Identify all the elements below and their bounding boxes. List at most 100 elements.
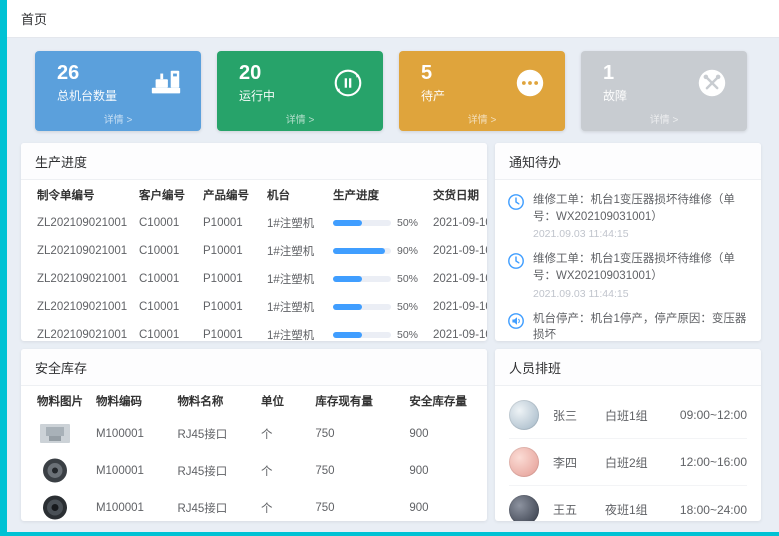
cell-machine: 1#注塑机 [261, 237, 327, 265]
detail-link[interactable]: 详情 > [217, 105, 383, 126]
cell-unit: 个 [255, 452, 309, 489]
table-row[interactable]: ZL202109021001 C10001 P10001 1#注塑机 50% 2… [21, 321, 487, 341]
col-header: 客户编号 [133, 180, 197, 209]
panel-safety-stock: 安全库存 物料图片 物料编码 物料名称 单位 库存现有量 安全库存量 [21, 349, 487, 521]
detail-link[interactable]: 详情 > [35, 105, 201, 126]
cell-unit: 个 [255, 415, 309, 452]
detail-link[interactable]: 详情 > [581, 105, 747, 126]
cell-date: 2021-09-10 [427, 265, 487, 293]
notice-item[interactable]: 维修工单：机台1变压器损坏待维修（单号：WX202109031001） 2021… [507, 188, 749, 247]
avatar [509, 400, 539, 430]
cell-machine: 1#注塑机 [261, 321, 327, 341]
cell-product: P10001 [197, 209, 261, 237]
notice-item[interactable]: 维修工单：机台1变压器损坏待维修（单号：WX202109031001） 2021… [507, 247, 749, 306]
panel-title: 生产进度 [21, 143, 487, 180]
progress-value: 50% [397, 273, 418, 285]
table-header-row: 物料图片 物料编码 物料名称 单位 库存现有量 安全库存量 [21, 386, 487, 415]
col-header: 制令单编号 [21, 180, 133, 209]
cell-image [21, 489, 90, 521]
table-row[interactable]: ZL202109021001 C10001 P10001 1#注塑机 50% 2… [21, 209, 487, 237]
progress-value: 90% [397, 245, 418, 257]
stat-label: 故障 [603, 87, 627, 104]
cell-customer: C10001 [133, 265, 197, 293]
cell-code: M100001 [90, 489, 171, 521]
material-image-speaker [37, 494, 73, 521]
speaker-icon [507, 312, 525, 330]
cell-order: ZL202109021001 [21, 265, 133, 293]
table-header-row: 制令单编号 客户编号 产品编号 机台 生产进度 交货日期 [21, 180, 487, 209]
panel-production-progress: 生产进度 制令单编号 客户编号 产品编号 机台 生产进度 交货日期 [21, 143, 487, 341]
cell-customer: C10001 [133, 237, 197, 265]
notice-item[interactable]: 机台停产：机台1停产，停产原因：变压器损坏 [507, 307, 749, 341]
panel-title: 安全库存 [21, 349, 487, 386]
progress-bar [333, 332, 391, 338]
stat-value: 5 [421, 62, 445, 84]
col-header: 产品编号 [197, 180, 261, 209]
cell-progress: 50% [327, 321, 427, 341]
cell-date: 2021-09-10 [427, 237, 487, 265]
cell-code: M100001 [90, 415, 171, 452]
cell-stock: 750 [309, 452, 403, 489]
cell-customer: C10001 [133, 321, 197, 341]
person-row[interactable]: 张三 白班1组 09:00~12:00 [509, 392, 747, 439]
topbar: 首页 [7, 0, 779, 38]
stat-card-fault[interactable]: 1 故障 详情 > [581, 51, 747, 131]
progress-value: 50% [397, 301, 418, 313]
progress-bar [333, 248, 391, 254]
col-header: 交货日期 [427, 180, 487, 209]
person-row[interactable]: 李四 白班2组 12:00~16:00 [509, 439, 747, 486]
stat-cards: 26 总机台数量 详情 > [21, 51, 761, 131]
stat-card-waiting[interactable]: 5 待产 详情 > [399, 51, 565, 131]
col-header: 物料名称 [171, 386, 255, 415]
person-shift: 白班1组 [605, 407, 675, 424]
notice-text: 机台停产：机台1停产，停产原因：变压器损坏 [533, 311, 749, 341]
tab-home[interactable]: 首页 [7, 9, 61, 28]
stat-label: 待产 [421, 87, 445, 104]
person-time: 12:00~16:00 [680, 455, 747, 469]
notice-time: 2021.09.03 11:44:15 [533, 228, 749, 240]
cell-unit: 个 [255, 489, 309, 521]
stat-value: 26 [57, 62, 117, 84]
cell-progress: 50% [327, 265, 427, 293]
cell-order: ZL202109021001 [21, 321, 133, 341]
dashboard-screen: 首页 26 总机台数量 [0, 0, 779, 536]
detail-link[interactable]: 详情 > [399, 105, 565, 126]
progress-bar [333, 276, 391, 282]
person-row[interactable]: 王五 夜班1组 18:00~24:00 [509, 486, 747, 521]
table-row[interactable]: ZL202109021001 C10001 P10001 1#注塑机 50% 2… [21, 265, 487, 293]
progress-bar [333, 304, 391, 310]
cell-customer: C10001 [133, 293, 197, 321]
panel-title: 通知待办 [495, 143, 761, 180]
person-shift: 白班2组 [605, 454, 675, 471]
notice-time: 2021.09.03 11:44:15 [533, 288, 749, 300]
cell-safety: 900 [403, 452, 487, 489]
inventory-table: 物料图片 物料编码 物料名称 单位 库存现有量 安全库存量 [21, 386, 487, 521]
person-list: 张三 白班1组 09:00~12:00 李四 白班2组 12:00~16:00 … [495, 386, 761, 521]
table-row[interactable]: M100001 RJ45接口 个 750 900 [21, 489, 487, 521]
person-name: 张三 [553, 407, 605, 424]
col-header: 安全库存量 [403, 386, 487, 415]
panel-personnel-schedule: 人员排班 张三 白班1组 09:00~12:00 李四 白班2组 12:00~1… [495, 349, 761, 521]
table-row[interactable]: ZL202109021001 C10001 P10001 1#注塑机 90% 2… [21, 237, 487, 265]
cell-product: P10001 [197, 293, 261, 321]
cell-image [21, 415, 90, 452]
table-row[interactable]: M100001 RJ45接口 个 750 900 [21, 452, 487, 489]
col-header: 单位 [255, 386, 309, 415]
cell-order: ZL202109021001 [21, 209, 133, 237]
stat-value: 20 [239, 62, 275, 84]
table-row[interactable]: M100001 RJ45接口 个 750 900 [21, 415, 487, 452]
cell-customer: C10001 [133, 209, 197, 237]
cell-product: P10001 [197, 321, 261, 341]
cell-product: P10001 [197, 265, 261, 293]
stat-card-total-machines[interactable]: 26 总机台数量 详情 > [35, 51, 201, 131]
cell-name: RJ45接口 [171, 415, 255, 452]
table-row[interactable]: ZL202109021001 C10001 P10001 1#注塑机 50% 2… [21, 293, 487, 321]
panel-grid: 生产进度 制令单编号 客户编号 产品编号 机台 生产进度 交货日期 [21, 143, 761, 521]
cell-progress: 50% [327, 209, 427, 237]
stat-label: 运行中 [239, 87, 275, 104]
stat-card-running[interactable]: 20 运行中 详情 > [217, 51, 383, 131]
col-header: 生产进度 [327, 180, 427, 209]
cell-progress: 50% [327, 293, 427, 321]
avatar [509, 447, 539, 477]
col-header: 物料编码 [90, 386, 171, 415]
